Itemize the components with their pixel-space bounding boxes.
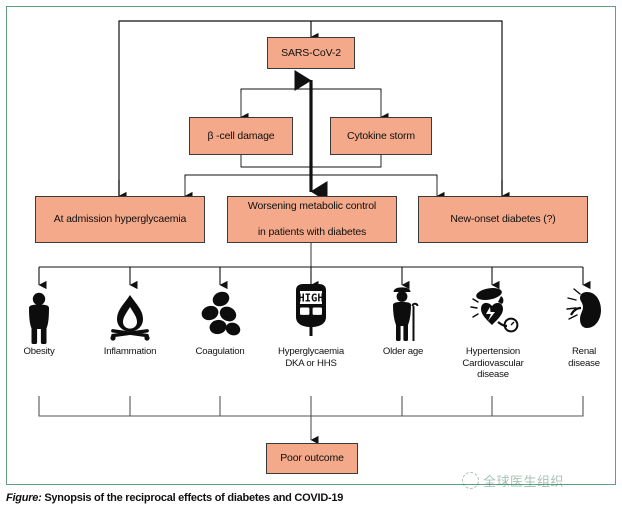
node-new-onset-diabetes-label: New-onset diabetes (?): [450, 213, 556, 225]
node-beta-cell-damage[interactable]: β -cell damage: [189, 117, 293, 155]
older-person-cane-icon: [393, 287, 419, 341]
risk-label-hypertension: Hypertension Cardiovascular disease: [443, 346, 543, 381]
diagram-connectors: HIGH: [29, 20, 601, 445]
blood-cells-icon: [201, 291, 241, 336]
kidney-icon: [566, 288, 601, 328]
figure-caption: Figure: Synopsis of the reciprocal effec…: [6, 492, 343, 504]
risk-label-renal-disease-line1: Renal: [571, 346, 597, 357]
meter-reading: HIGH: [298, 293, 323, 305]
obese-person-icon: [29, 292, 49, 344]
risk-label-renal-disease: Renal disease: [551, 346, 617, 369]
node-at-admission-hyperglycaemia[interactable]: At admission hyperglycaemia: [35, 196, 205, 243]
node-cytokine-storm-label: Cytokine storm: [347, 129, 415, 142]
node-sars-cov-2-label: SARS-CoV-2: [281, 46, 341, 59]
node-poor-outcome-label: Poor outcome: [280, 452, 344, 464]
risk-label-hypertension-line3: disease: [477, 369, 509, 381]
watermark: 全球医生组织: [462, 471, 564, 490]
risk-label-obesity: Obesity: [0, 346, 78, 358]
risk-label-hyperglycaemia: Hyperglycaemia DKA or HHS: [258, 346, 364, 369]
risk-label-hypertension-line1: Hypertension: [465, 346, 521, 357]
node-sars-cov-2[interactable]: SARS-CoV-2: [267, 37, 355, 69]
node-poor-outcome[interactable]: Poor outcome: [266, 443, 358, 474]
watermark-text: 全球医生组织: [483, 475, 565, 490]
figure-caption-lead: Figure:: [6, 492, 42, 504]
risk-label-inflammation: Inflammation: [84, 346, 176, 358]
risk-label-older-age-line1: Older age: [382, 346, 424, 357]
figure-root: HIGH SARS-CoV-2 β -cell damage Cytokine …: [0, 0, 622, 519]
node-cytokine-storm[interactable]: Cytokine storm: [330, 117, 432, 155]
risk-label-coagulation-line1: Coagulation: [195, 346, 245, 357]
risk-label-hyperglycaemia-line2: DKA or HHS: [285, 357, 337, 369]
glucose-meter-high-icon: HIGH: [296, 284, 326, 336]
heart-blood-pressure-icon: [470, 288, 519, 333]
node-worsening-line1: Worsening metabolic control: [247, 200, 377, 212]
node-beta-cell-damage-label: β -cell damage: [207, 129, 275, 142]
node-at-admission-hyperglycaemia-label: At admission hyperglycaemia: [53, 213, 187, 225]
risk-label-coagulation: Coagulation: [176, 346, 264, 358]
risk-label-older-age: Older age: [365, 346, 441, 358]
risk-label-inflammation-line1: Inflammation: [103, 346, 157, 357]
watermark-logo-icon: [462, 472, 479, 489]
risk-label-renal-disease-line2: disease: [568, 357, 600, 369]
figure-caption-text: Synopsis of the reciprocal effects of di…: [41, 492, 344, 504]
node-worsening-line2: in patients with diabetes: [257, 226, 367, 238]
campfire-flame-icon: [110, 295, 150, 341]
node-worsening-metabolic-control[interactable]: Worsening metabolic control in patients …: [227, 196, 397, 243]
node-new-onset-diabetes[interactable]: New-onset diabetes (?): [418, 196, 588, 243]
risk-label-hypertension-line2: Cardiovascular: [462, 357, 524, 369]
risk-label-hyperglycaemia-line1: Hyperglycaemia: [278, 346, 344, 357]
risk-label-obesity-line1: Obesity: [23, 346, 55, 357]
